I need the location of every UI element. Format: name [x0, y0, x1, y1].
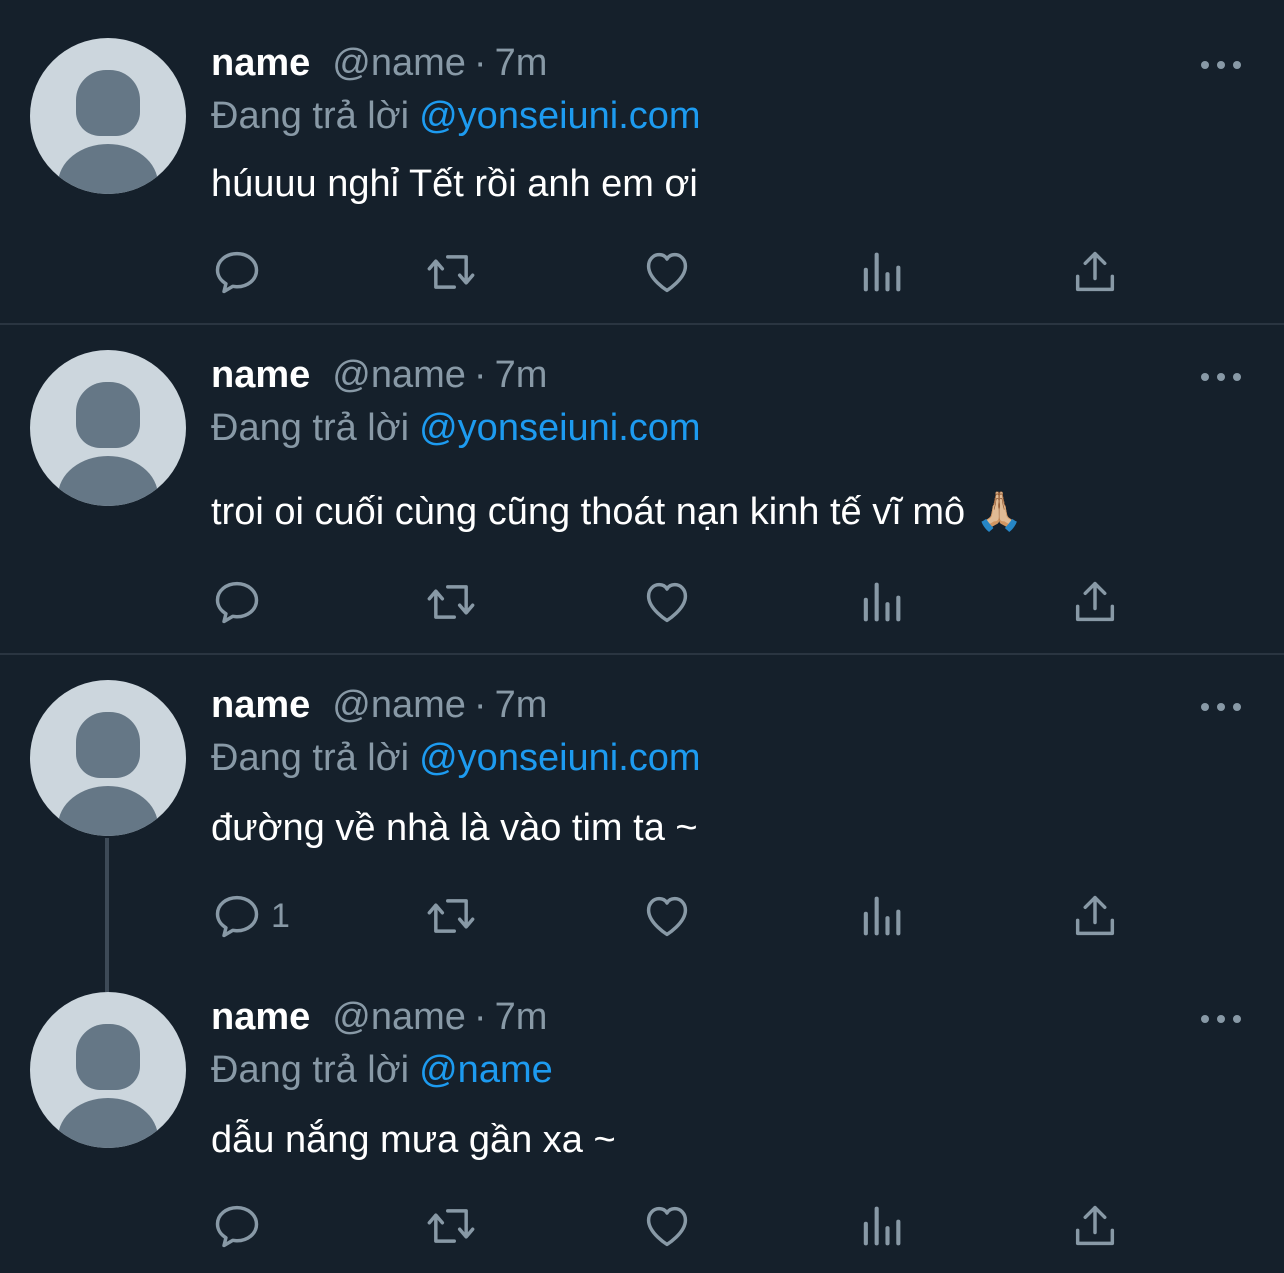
replying-to: Đang trả lời @yonseiuni.com — [211, 737, 701, 780]
views-icon — [863, 582, 901, 622]
display-name[interactable]: name — [211, 996, 310, 1038]
user-handle[interactable]: @name — [332, 996, 466, 1038]
avatar[interactable] — [30, 680, 186, 836]
share-icon — [1075, 581, 1115, 622]
tweet-text: đường về nhà là vào tim ta ~ — [211, 807, 698, 849]
views-button[interactable] — [855, 244, 907, 300]
reply-icon — [215, 581, 259, 624]
views-button[interactable] — [855, 574, 907, 630]
reply-button[interactable]: 1 — [211, 888, 290, 944]
user-handle[interactable]: @name — [332, 42, 466, 84]
replying-label: Đang trả lời — [211, 1049, 410, 1091]
retweet-button[interactable] — [425, 244, 477, 300]
like-button[interactable] — [641, 1198, 693, 1254]
timestamp[interactable]: 7m — [495, 684, 548, 726]
retweet-icon — [427, 1209, 475, 1243]
action-bar: 1 — [211, 888, 1211, 948]
tweet-header: name @name · 7m — [211, 354, 547, 404]
reply-icon — [215, 895, 259, 938]
like-icon — [646, 896, 688, 937]
like-icon — [646, 252, 688, 293]
display-name[interactable]: name — [211, 684, 310, 726]
tweet-header: name @name · 7m — [211, 684, 547, 734]
like-button[interactable] — [641, 574, 693, 630]
retweet-button[interactable] — [425, 888, 477, 944]
reply-mention-link[interactable]: @yonseiuni.com — [419, 737, 700, 779]
avatar[interactable] — [30, 38, 186, 194]
reply-mention-link[interactable]: @name — [419, 1049, 553, 1091]
replying-to: Đang trả lời @yonseiuni.com — [211, 95, 701, 138]
avatar[interactable] — [30, 350, 186, 506]
like-icon — [646, 1206, 688, 1247]
timestamp[interactable]: 7m — [495, 354, 548, 396]
views-icon — [863, 896, 901, 936]
avatar[interactable] — [30, 992, 186, 1148]
retweet-icon — [427, 585, 475, 619]
tweet[interactable]: name @name · 7m Đang trả lời @name dẫu nắng … — [0, 968, 1284, 1273]
more-icon[interactable] — [1199, 1009, 1243, 1029]
tweet-text: húuuu nghỉ Tết rồi anh em ơi — [211, 163, 698, 205]
share-icon — [1075, 895, 1115, 936]
share-button[interactable] — [1069, 574, 1121, 630]
tweet[interactable]: name @name · 7m Đang trả lời @yonseiuni.com … — [0, 0, 1284, 324]
tweet-header: name @name · 7m — [211, 996, 547, 1046]
tweet-text: troi oi cuối cùng cũng thoát nạn kinh tế… — [211, 491, 1023, 533]
user-handle[interactable]: @name — [332, 684, 466, 726]
reply-button[interactable] — [211, 574, 271, 630]
reply-button[interactable] — [211, 244, 271, 300]
like-button[interactable] — [641, 888, 693, 944]
retweet-button[interactable] — [425, 574, 477, 630]
action-bar — [211, 574, 1211, 634]
retweet-icon — [427, 255, 475, 289]
display-name[interactable]: name — [211, 42, 310, 84]
views-icon — [863, 1206, 901, 1246]
views-icon — [863, 252, 901, 292]
reply-icon — [215, 251, 259, 294]
timestamp[interactable]: 7m — [495, 42, 548, 84]
tweet[interactable]: name @name · 7m Đang trả lời @yonseiuni.com … — [0, 326, 1284, 654]
tweet-text: dẫu nắng mưa gần xa ~ — [211, 1119, 616, 1161]
reply-mention-link[interactable]: @yonseiuni.com — [419, 95, 700, 137]
more-icon[interactable] — [1199, 697, 1243, 717]
separator: · — [473, 684, 487, 726]
action-bar — [211, 244, 1211, 304]
tweet-header: name @name · 7m — [211, 42, 547, 92]
tweet[interactable]: name @name · 7m Đang trả lời @yonseiuni.com … — [0, 656, 1284, 968]
replying-to: Đang trả lời @name — [211, 1049, 553, 1092]
like-icon — [646, 582, 688, 623]
more-icon[interactable] — [1199, 367, 1243, 387]
action-bar — [211, 1198, 1211, 1258]
like-button[interactable] — [641, 244, 693, 300]
share-button[interactable] — [1069, 244, 1121, 300]
retweet-button[interactable] — [425, 1198, 477, 1254]
reply-icon — [215, 1205, 259, 1248]
reply-button[interactable] — [211, 1198, 271, 1254]
replying-label: Đang trả lời — [211, 95, 410, 137]
timestamp[interactable]: 7m — [495, 996, 548, 1038]
share-icon — [1075, 251, 1115, 292]
separator: · — [473, 42, 487, 84]
replying-label: Đang trả lời — [211, 407, 410, 449]
user-handle[interactable]: @name — [332, 354, 466, 396]
retweet-icon — [427, 899, 475, 933]
separator: · — [473, 996, 487, 1038]
share-button[interactable] — [1069, 888, 1121, 944]
reply-count: 1 — [271, 896, 290, 935]
display-name[interactable]: name — [211, 354, 310, 396]
share-icon — [1075, 1205, 1115, 1246]
reply-mention-link[interactable]: @yonseiuni.com — [419, 407, 700, 449]
more-icon[interactable] — [1199, 55, 1243, 75]
views-button[interactable] — [855, 1198, 907, 1254]
share-button[interactable] — [1069, 1198, 1121, 1254]
separator: · — [473, 354, 487, 396]
replying-label: Đang trả lời — [211, 737, 410, 779]
views-button[interactable] — [855, 888, 907, 944]
replying-to: Đang trả lời @yonseiuni.com — [211, 407, 701, 450]
